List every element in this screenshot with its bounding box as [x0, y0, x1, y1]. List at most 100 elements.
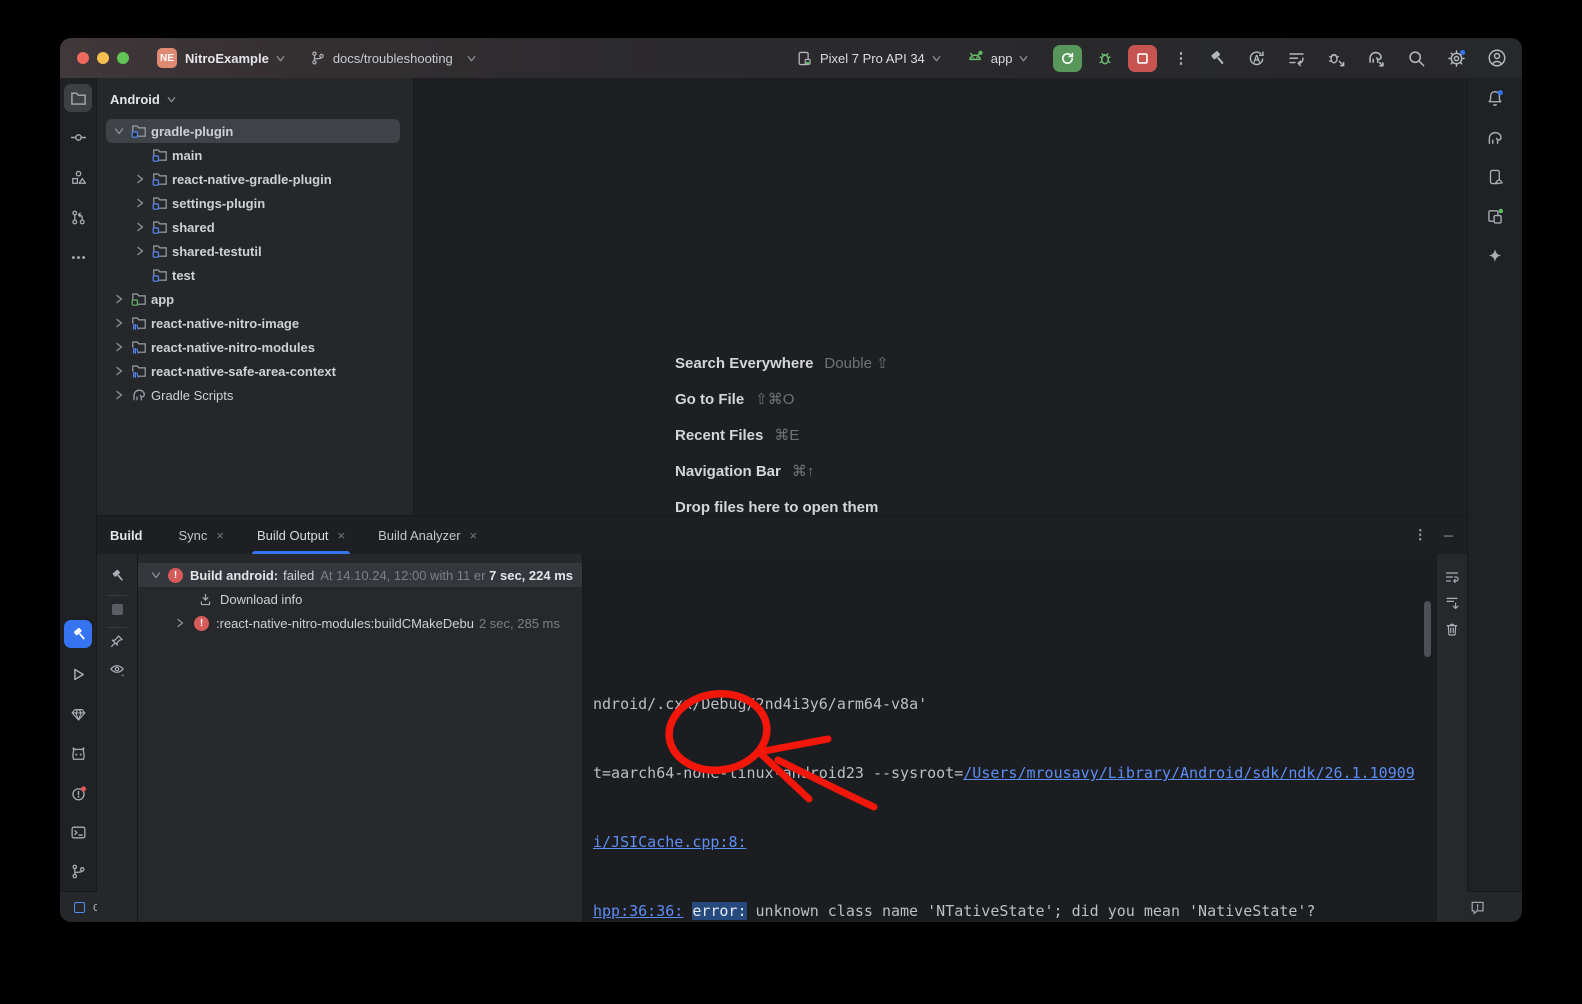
device-selector[interactable]: Pixel 7 Pro API 34 — [820, 51, 925, 66]
module-folder-icon — [152, 243, 168, 259]
tab-build-analyzer[interactable]: Build Analyzer × — [375, 516, 480, 554]
module-folder-icon — [152, 147, 168, 163]
stop-build-icon[interactable] — [108, 600, 126, 618]
logcat-icon[interactable] — [64, 739, 92, 767]
tree-item-app[interactable]: app — [97, 287, 413, 311]
module-folder-icon — [152, 219, 168, 235]
chevron-expanded-icon[interactable] — [113, 125, 125, 137]
close-tab-icon[interactable]: × — [216, 528, 224, 543]
chevron-collapsed-icon[interactable] — [113, 293, 125, 305]
project-view-selector[interactable]: Android — [97, 78, 413, 119]
soft-wrap-icon[interactable] — [1443, 568, 1461, 586]
gradle-icon — [131, 387, 147, 403]
library-folder-icon — [131, 339, 147, 355]
running-devices-icon[interactable] — [1481, 202, 1509, 230]
build-root-node[interactable]: ! Build android: failed At 14.10.24, 12:… — [138, 563, 582, 587]
project-widget[interactable]: NE NitroExample — [157, 48, 286, 68]
chevron-down-icon — [1018, 53, 1029, 64]
right-tool-stripe — [1467, 78, 1522, 891]
settings-icon[interactable] — [1444, 46, 1469, 71]
module-folder-icon — [131, 123, 147, 139]
tree-item-shared-testutil[interactable]: shared-testutil — [97, 239, 413, 263]
close-tab-icon[interactable]: × — [338, 528, 346, 543]
build-tool-icon[interactable] — [64, 620, 92, 648]
event-log-icon[interactable] — [1469, 899, 1486, 916]
failed-task-node[interactable]: ! :react-native-nitro-modules:buildCMake… — [138, 611, 582, 635]
project-tool-icon[interactable] — [64, 84, 92, 112]
clear-all-icon[interactable] — [1443, 620, 1461, 638]
terminal-tool-icon[interactable] — [64, 818, 92, 846]
tree-item-shared[interactable]: shared — [97, 215, 413, 239]
console-text: t=aarch64-none-linux-android23 --sysroot… — [593, 764, 963, 782]
shortcut-keys: Double ⇧ — [824, 354, 888, 372]
project-view-label: Android — [110, 92, 160, 107]
gradle-sync-icon[interactable] — [1364, 46, 1389, 71]
branch-icon — [310, 50, 326, 66]
build-output-console[interactable]: ndroid/.cxx/Debug/2nd4i3y6/arm64-v8a' t=… — [583, 554, 1437, 922]
minimize-window-button[interactable] — [97, 52, 109, 64]
console-file-link[interactable]: /Users/mrousavy/Library/Android/sdk/ndk/… — [963, 764, 1415, 782]
tree-item-settings-plugin[interactable]: settings-plugin — [97, 191, 413, 215]
tree-item-gradle-scripts[interactable]: Gradle Scripts — [97, 383, 413, 407]
chevron-collapsed-icon[interactable] — [134, 197, 146, 209]
chevron-down-icon — [275, 53, 286, 64]
more-tool-windows-icon[interactable] — [64, 243, 92, 271]
chevron-collapsed-icon[interactable] — [134, 245, 146, 257]
build-options-icon[interactable]: ⋮ — [1414, 527, 1427, 543]
tree-item-react-native-nitro-image[interactable]: react-native-nitro-image — [97, 311, 413, 335]
tree-item-gradle-plugin[interactable]: gradle-plugin — [97, 119, 413, 143]
pin-tab-icon[interactable] — [108, 632, 126, 650]
tab-sync[interactable]: Sync × — [176, 516, 228, 554]
rerun-button[interactable] — [1053, 45, 1082, 72]
version-control-icon[interactable] — [64, 857, 92, 885]
zoom-window-button[interactable] — [117, 52, 129, 64]
vcs-branch-widget[interactable]: docs/troubleshooting — [310, 50, 477, 66]
gradle-tool-icon[interactable] — [1481, 124, 1509, 152]
tree-item-react-native-safe-area-context[interactable]: react-native-safe-area-context — [97, 359, 413, 383]
chevron-collapsed-icon[interactable] — [113, 317, 125, 329]
debug-button[interactable] — [1096, 49, 1114, 67]
console-file-link[interactable]: hpp:36:36: — [593, 902, 683, 920]
chevron-collapsed-icon[interactable] — [174, 617, 186, 629]
run-tool-icon[interactable] — [64, 660, 92, 688]
branch-name: docs/troubleshooting — [333, 51, 453, 66]
vertical-scrollbar[interactable] — [1424, 601, 1431, 657]
notifications-icon[interactable] — [1481, 84, 1509, 112]
stop-button[interactable] — [1128, 45, 1157, 72]
rerun-build-icon[interactable] — [108, 567, 126, 585]
close-window-button[interactable] — [77, 52, 89, 64]
scroll-to-end-icon[interactable] — [1443, 594, 1461, 612]
download-info-node[interactable]: Download info — [138, 587, 582, 611]
search-icon[interactable] — [1404, 46, 1429, 71]
tree-item-react-native-nitro-modules[interactable]: react-native-nitro-modules — [97, 335, 413, 359]
tree-item-react-native-gradle-plugin[interactable]: react-native-gradle-plugin — [97, 167, 413, 191]
project-badge-icon: NE — [157, 48, 177, 68]
filter-view-icon[interactable] — [108, 660, 126, 678]
run-configuration-selector[interactable]: app — [991, 51, 1013, 66]
tree-item-test[interactable]: test — [97, 263, 413, 287]
chevron-collapsed-icon[interactable] — [134, 173, 146, 185]
chevron-expanded-icon[interactable] — [150, 569, 162, 581]
profile-icon[interactable] — [1484, 46, 1509, 71]
problems-tool-icon[interactable] — [64, 779, 92, 807]
gemini-icon[interactable] — [1481, 242, 1509, 270]
apply-changes-icon[interactable] — [1244, 46, 1269, 71]
pull-requests-icon[interactable] — [64, 203, 92, 231]
chevron-collapsed-icon[interactable] — [113, 365, 125, 377]
history-list-icon[interactable] — [1284, 46, 1309, 71]
close-tab-icon[interactable]: × — [470, 528, 478, 543]
commit-tool-icon[interactable] — [64, 123, 92, 151]
chevron-collapsed-icon[interactable] — [113, 389, 125, 401]
more-actions-icon[interactable]: ⋮ — [1173, 49, 1188, 67]
console-file-link[interactable]: i/JSICache.cpp:8: — [593, 833, 747, 851]
chevron-collapsed-icon[interactable] — [134, 221, 146, 233]
tab-build-output[interactable]: Build Output × — [254, 516, 348, 554]
attach-debugger-icon[interactable] — [1324, 46, 1349, 71]
chevron-collapsed-icon[interactable] — [113, 341, 125, 353]
hide-tool-window-icon[interactable]: ─ — [1444, 528, 1453, 543]
tree-item-main[interactable]: main — [97, 143, 413, 167]
app-quality-insights-icon[interactable] — [64, 700, 92, 728]
resource-manager-icon[interactable] — [64, 163, 92, 191]
build-hammer-icon[interactable] — [1204, 46, 1229, 71]
device-manager-icon[interactable] — [1481, 163, 1509, 191]
